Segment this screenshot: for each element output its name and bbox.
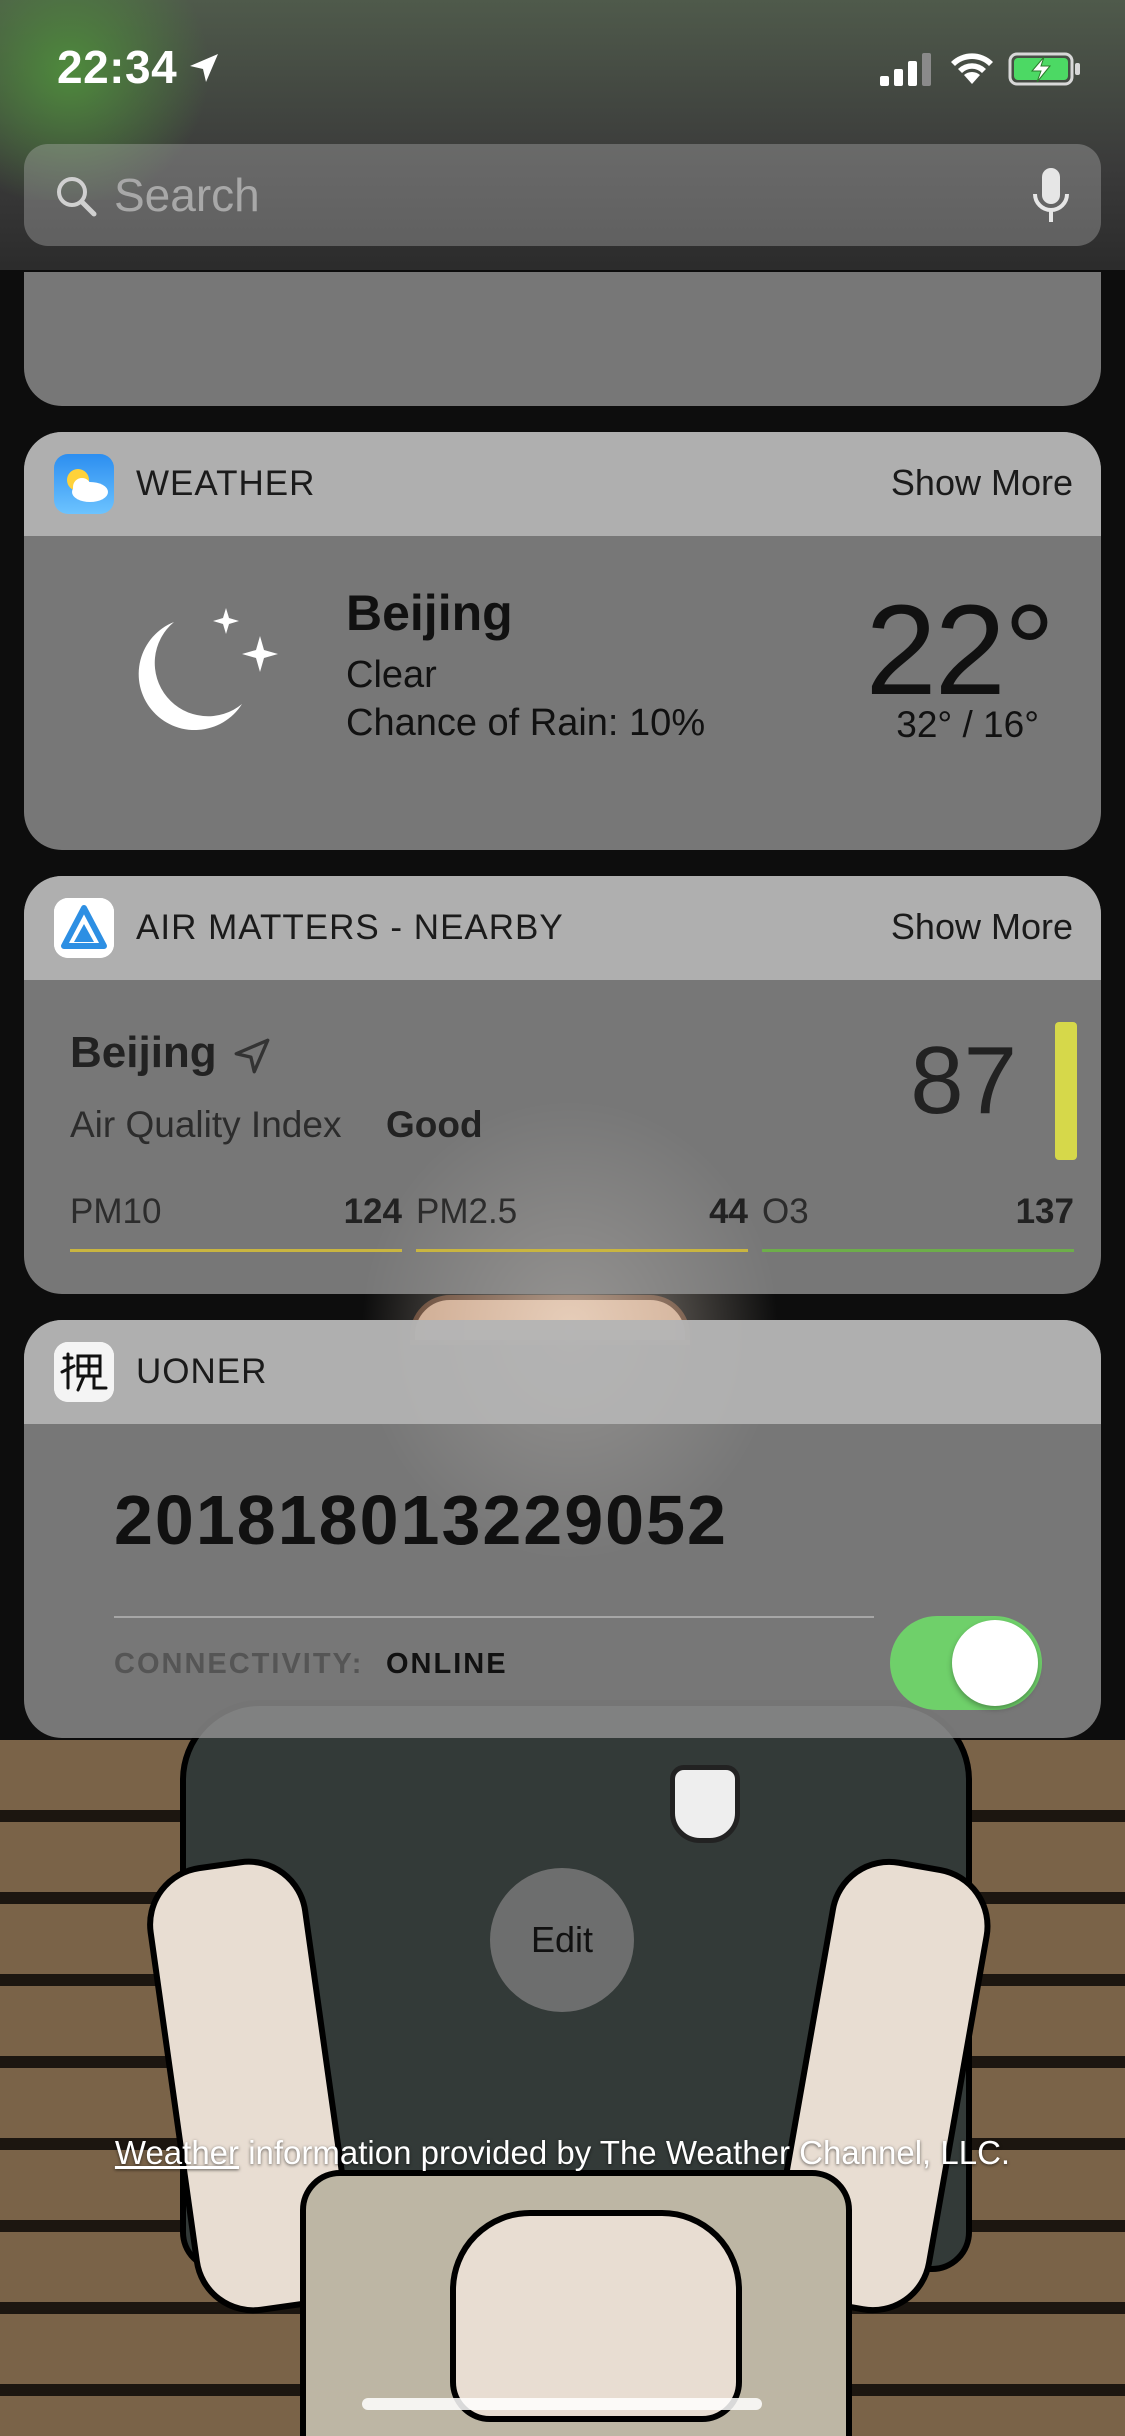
weather-app-icon: [54, 454, 114, 514]
wifi-icon: [951, 53, 993, 84]
search-input[interactable]: Search: [114, 168, 260, 222]
uoner-widget-title: UONER: [136, 1352, 268, 1391]
uoner-widget-header: UONER: [24, 1320, 1101, 1424]
weather-rain-chance: Chance of Rain: 10%: [346, 702, 706, 744]
weather-link[interactable]: Weather: [115, 2134, 239, 2171]
pollutant-underline: [416, 1249, 748, 1252]
connectivity-label: CONNECTIVITY:: [114, 1648, 364, 1680]
connectivity-value: ONLINE: [386, 1648, 508, 1680]
battery-charging-icon: [1008, 52, 1080, 86]
aqi-status: Good: [386, 1104, 483, 1145]
aqi-value: 87: [910, 1027, 1017, 1134]
weather-condition: Clear: [346, 654, 437, 696]
air-matters-widget[interactable]: AIR MATTERS - NEARBY Show More Beijing A…: [24, 876, 1101, 1294]
aqi-city: Beijing: [70, 1028, 217, 1077]
status-time: 22:34: [57, 41, 178, 93]
microphone-icon[interactable]: [1031, 166, 1071, 226]
divider: [114, 1616, 874, 1618]
pollutant-underline: [762, 1249, 1074, 1252]
status-bar: 22:34: [0, 0, 1125, 140]
weather-temperature: 22°: [865, 579, 1055, 722]
weather-city: Beijing: [346, 585, 513, 641]
pollutant-pm10: PM10 124: [70, 1192, 402, 1252]
wallpaper-hands: [450, 2210, 742, 2422]
attribution-text: information provided by The Weather Chan…: [239, 2134, 1011, 2171]
weather-show-more-button[interactable]: Show More: [891, 462, 1073, 504]
edit-button[interactable]: Edit: [490, 1868, 634, 2012]
partial-widget: [24, 272, 1101, 406]
aqi-label: Air Quality Index: [70, 1104, 342, 1145]
pollutant-underline: [70, 1249, 402, 1252]
air-widget-header: AIR MATTERS - NEARBY Show More: [24, 876, 1101, 980]
uoner-widget[interactable]: UONER 201818013229052 CONNECTIVITY: ONLI…: [24, 1320, 1101, 1738]
cellular-signal-icon: [880, 53, 931, 86]
connectivity-toggle[interactable]: [890, 1616, 1042, 1710]
air-show-more-button[interactable]: Show More: [891, 906, 1073, 948]
pollutant-pm25: PM2.5 44: [416, 1192, 748, 1252]
pollutant-name: PM2.5: [416, 1192, 518, 1231]
location-arrow-icon: [234, 1038, 270, 1074]
account-number: 201818013229052: [114, 1481, 728, 1559]
wallpaper-shirt-logo: [670, 1765, 740, 1843]
search-icon: [57, 177, 97, 217]
search-bar[interactable]: Search: [24, 144, 1101, 246]
pollutant-name: O3: [762, 1192, 809, 1231]
pollutant-name: PM10: [70, 1192, 162, 1231]
pollutant-value: 44: [709, 1192, 748, 1231]
location-arrow-icon: [190, 54, 218, 82]
weather-attribution: Weather information provided by The Weat…: [0, 2134, 1125, 2172]
home-indicator[interactable]: [362, 2398, 762, 2410]
toggle-knob: [952, 1620, 1038, 1706]
moon-stars-icon: [138, 608, 278, 731]
pollutant-value: 137: [1015, 1192, 1074, 1231]
pollutant-value: 124: [343, 1192, 402, 1231]
air-widget-title: AIR MATTERS - NEARBY: [136, 908, 564, 947]
weather-widget[interactable]: WEATHER Show More Beijing Clear Chance o…: [24, 432, 1101, 850]
air-matters-app-icon: [54, 898, 114, 958]
uoner-app-icon: [54, 1342, 114, 1402]
weather-widget-title: WEATHER: [136, 464, 316, 503]
pollutant-o3: O3 137: [762, 1192, 1074, 1252]
weather-temperature-range: 32° / 16°: [896, 704, 1039, 745]
weather-widget-header: WEATHER Show More: [24, 432, 1101, 536]
aqi-color-bar: [1055, 1022, 1077, 1160]
